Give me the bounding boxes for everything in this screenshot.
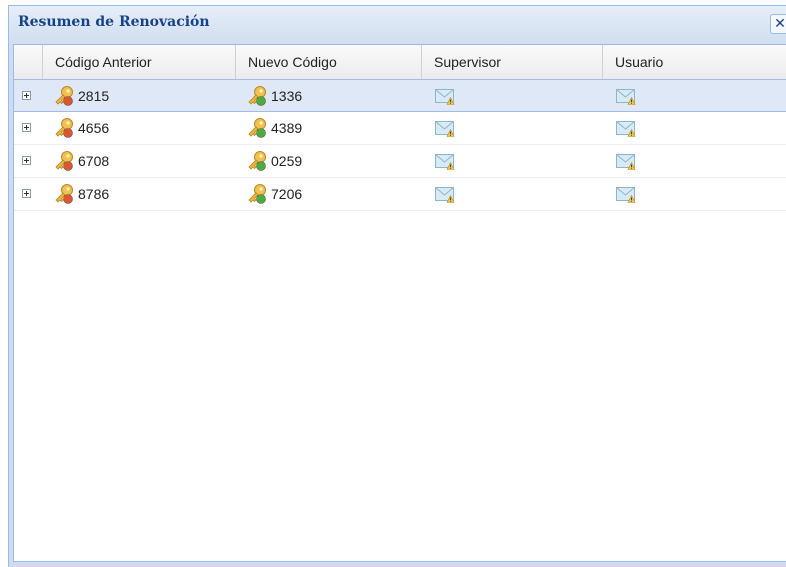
header-usuario[interactable]: Usuario <box>603 45 786 79</box>
old-code-text: 2815 <box>78 88 110 104</box>
header-supervisor[interactable]: Supervisor <box>422 45 603 79</box>
window-titlebar[interactable]: Resumen de Renovación ✕ <box>9 6 786 44</box>
plus-expander-icon[interactable] <box>22 91 31 100</box>
usuario-mail-warning-icon[interactable] <box>616 153 636 170</box>
plus-expander-icon[interactable] <box>22 156 31 165</box>
old-code-cell: 6708 <box>53 145 233 178</box>
table-row[interactable]: 2815 1336 <box>14 79 786 112</box>
usuario-mail-warning-icon[interactable] <box>616 186 636 203</box>
old-code-cell: 2815 <box>53 80 233 113</box>
key-remove-icon <box>53 183 75 205</box>
close-button[interactable]: ✕ <box>770 14 786 34</box>
usuario-mail-warning-icon[interactable] <box>616 120 636 137</box>
key-add-icon <box>246 117 268 139</box>
key-add-icon <box>246 85 268 107</box>
grid-panel: Código Anterior Nuevo Código Supervisor … <box>13 44 786 562</box>
header-codigo-anterior[interactable]: Código Anterior <box>43 45 236 79</box>
new-code-text: 7206 <box>271 186 303 202</box>
new-code-text: 4389 <box>271 120 303 136</box>
supervisor-mail-warning-icon[interactable] <box>435 88 455 105</box>
plus-expander-icon[interactable] <box>22 123 31 132</box>
supervisor-mail-warning-icon[interactable] <box>435 153 455 170</box>
new-code-cell: 7206 <box>246 178 416 211</box>
new-code-cell: 0259 <box>246 145 416 178</box>
key-remove-icon <box>53 150 75 172</box>
header-nuevo-codigo[interactable]: Nuevo Código <box>236 45 422 79</box>
renewal-summary-window: Resumen de Renovación ✕ Código Anterior … <box>8 5 786 567</box>
header-expander-column <box>14 45 43 79</box>
table-row[interactable]: 8786 7206 <box>14 178 786 211</box>
old-code-text: 6708 <box>78 153 110 169</box>
key-remove-icon <box>53 117 75 139</box>
window-title: Resumen de Renovación <box>18 14 210 30</box>
new-code-cell: 1336 <box>246 80 416 113</box>
table-row[interactable]: 6708 0259 <box>14 145 786 178</box>
old-code-text: 4656 <box>78 120 110 136</box>
old-code-text: 8786 <box>78 186 110 202</box>
key-add-icon <box>246 150 268 172</box>
new-code-cell: 4389 <box>246 112 416 145</box>
old-code-cell: 4656 <box>53 112 233 145</box>
grid-header: Código Anterior Nuevo Código Supervisor … <box>14 45 786 80</box>
new-code-text: 1336 <box>271 88 303 104</box>
table-row[interactable]: 4656 4389 <box>14 112 786 145</box>
old-code-cell: 8786 <box>53 178 233 211</box>
usuario-mail-warning-icon[interactable] <box>616 88 636 105</box>
new-code-text: 0259 <box>271 153 303 169</box>
supervisor-mail-warning-icon[interactable] <box>435 120 455 137</box>
key-add-icon <box>246 183 268 205</box>
key-remove-icon <box>53 85 75 107</box>
plus-expander-icon[interactable] <box>22 189 31 198</box>
supervisor-mail-warning-icon[interactable] <box>435 186 455 203</box>
